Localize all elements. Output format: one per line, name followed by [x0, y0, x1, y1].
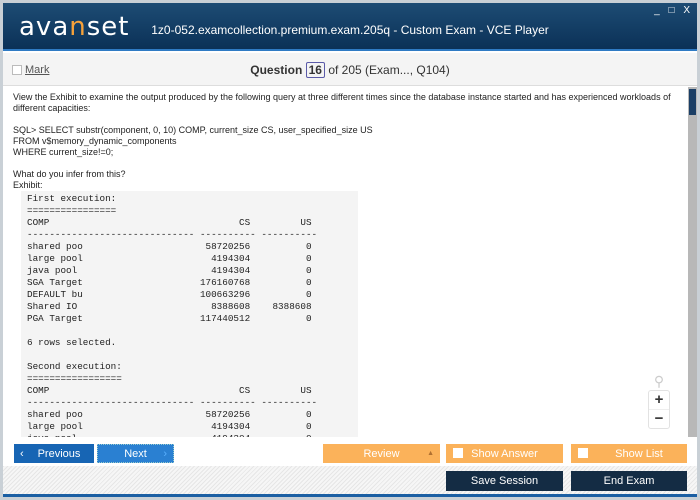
- show-answer-button[interactable]: Show Answer: [446, 444, 563, 463]
- exhibit-image: First execution: ================ COMP CS …: [21, 191, 358, 437]
- exhibit-line: large pool 4194304 0: [27, 253, 312, 264]
- question-total: of 205 (Exam..., Q104): [328, 63, 450, 77]
- exhibit-line: shared poo 58720256 0: [27, 409, 312, 420]
- sql-line: FROM v$memory_dynamic_components: [13, 136, 177, 146]
- show-list-label: Show List: [615, 447, 663, 460]
- exhibit-line: ------------------------------ ---------…: [27, 229, 318, 240]
- save-session-label: Save Session: [470, 475, 539, 487]
- exhibit-line: [27, 349, 358, 361]
- question-label: Question: [250, 63, 303, 77]
- next-label: Next: [124, 447, 147, 460]
- zoom-in-button[interactable]: +: [649, 391, 669, 409]
- review-button[interactable]: Review ▲: [323, 444, 440, 463]
- exhibit-line: SGA Target 176160768 0: [27, 277, 312, 288]
- question-bar: Mark Question 16 of 205 (Exam..., Q104): [3, 53, 697, 86]
- chevron-left-icon: ‹: [20, 447, 24, 460]
- caret-up-icon: ▲: [427, 450, 434, 457]
- exhibit-line: Shared IO 8388608 8388608: [27, 301, 312, 312]
- window-controls[interactable]: _ □ X: [654, 5, 693, 16]
- previous-button[interactable]: ‹ Previous: [14, 444, 94, 463]
- exhibit-line: java pool 4194304 0: [27, 265, 312, 276]
- next-button[interactable]: Next ›: [97, 444, 174, 463]
- vce-player-window: avanset 1z0-052.examcollection.premium.e…: [3, 3, 697, 497]
- exhibit-line: PGA Target 117440512 0: [27, 313, 312, 324]
- sql-query: SQL> SELECT substr(component, 0, 10) COM…: [13, 125, 678, 158]
- bottom-strip: [3, 494, 697, 497]
- end-exam-button[interactable]: End Exam: [571, 471, 687, 491]
- question-intro: View the Exhibit to examine the output p…: [13, 92, 671, 113]
- scrollbar-thumb[interactable]: [689, 89, 696, 115]
- exhibit-line: COMP CS US: [27, 217, 312, 228]
- window-title: 1z0-052.examcollection.premium.exam.205q…: [151, 23, 549, 37]
- question-number: Question 16 of 205 (Exam..., Q104): [3, 62, 697, 78]
- sql-line: SQL> SELECT substr(component, 0, 10) COM…: [13, 125, 373, 135]
- header: avanset 1z0-052.examcollection.premium.e…: [3, 3, 697, 51]
- previous-label: Previous: [37, 447, 81, 460]
- exhibit-line: Second execution:: [27, 361, 122, 372]
- magnifier-icon: ⚲: [653, 373, 665, 389]
- exhibit-line: DEFAULT bu 100663296 0: [27, 289, 312, 300]
- end-exam-label: End Exam: [603, 475, 655, 487]
- exhibit-line: COMP CS US: [27, 385, 312, 396]
- show-list-button[interactable]: Show List: [571, 444, 687, 463]
- exhibit-line: =================: [27, 373, 122, 384]
- exhibit-line: ================: [27, 205, 117, 216]
- checkbox-icon[interactable]: [453, 448, 463, 458]
- save-session-button[interactable]: Save Session: [446, 471, 563, 491]
- navigation-bar: ‹ Previous Next › Review ▲ Show Answer Show…: [3, 440, 697, 466]
- session-bar: Save Session End Exam: [3, 466, 697, 494]
- chevron-right-icon: ›: [163, 447, 167, 460]
- exhibit-line: large pool 4194304 0: [27, 421, 312, 432]
- exhibit-line: java pool 4194304 0: [27, 433, 358, 437]
- exhibit-label: Exhibit:: [13, 180, 43, 190]
- zoom-out-button[interactable]: −: [649, 409, 669, 428]
- sql-line: WHERE current_size!=0;: [13, 147, 114, 157]
- review-label: Review: [363, 447, 400, 460]
- exhibit-line: First execution:: [27, 193, 117, 204]
- exhibit-line: 6 rows selected.: [27, 337, 117, 348]
- question-content: View the Exhibit to examine the output p…: [3, 87, 688, 437]
- show-answer-label: Show Answer: [471, 447, 538, 460]
- exhibit-line: ------------------------------ ---------…: [27, 397, 318, 408]
- question-number-input[interactable]: 16: [305, 62, 325, 78]
- question-text: What do you infer from this?: [13, 169, 126, 179]
- scrollbar[interactable]: [688, 87, 697, 437]
- zoom-control: ⚲ + −: [648, 373, 670, 429]
- exhibit-line: [27, 325, 358, 337]
- exhibit-line: shared poo 58720256 0: [27, 241, 312, 252]
- checkbox-icon[interactable]: [578, 448, 588, 458]
